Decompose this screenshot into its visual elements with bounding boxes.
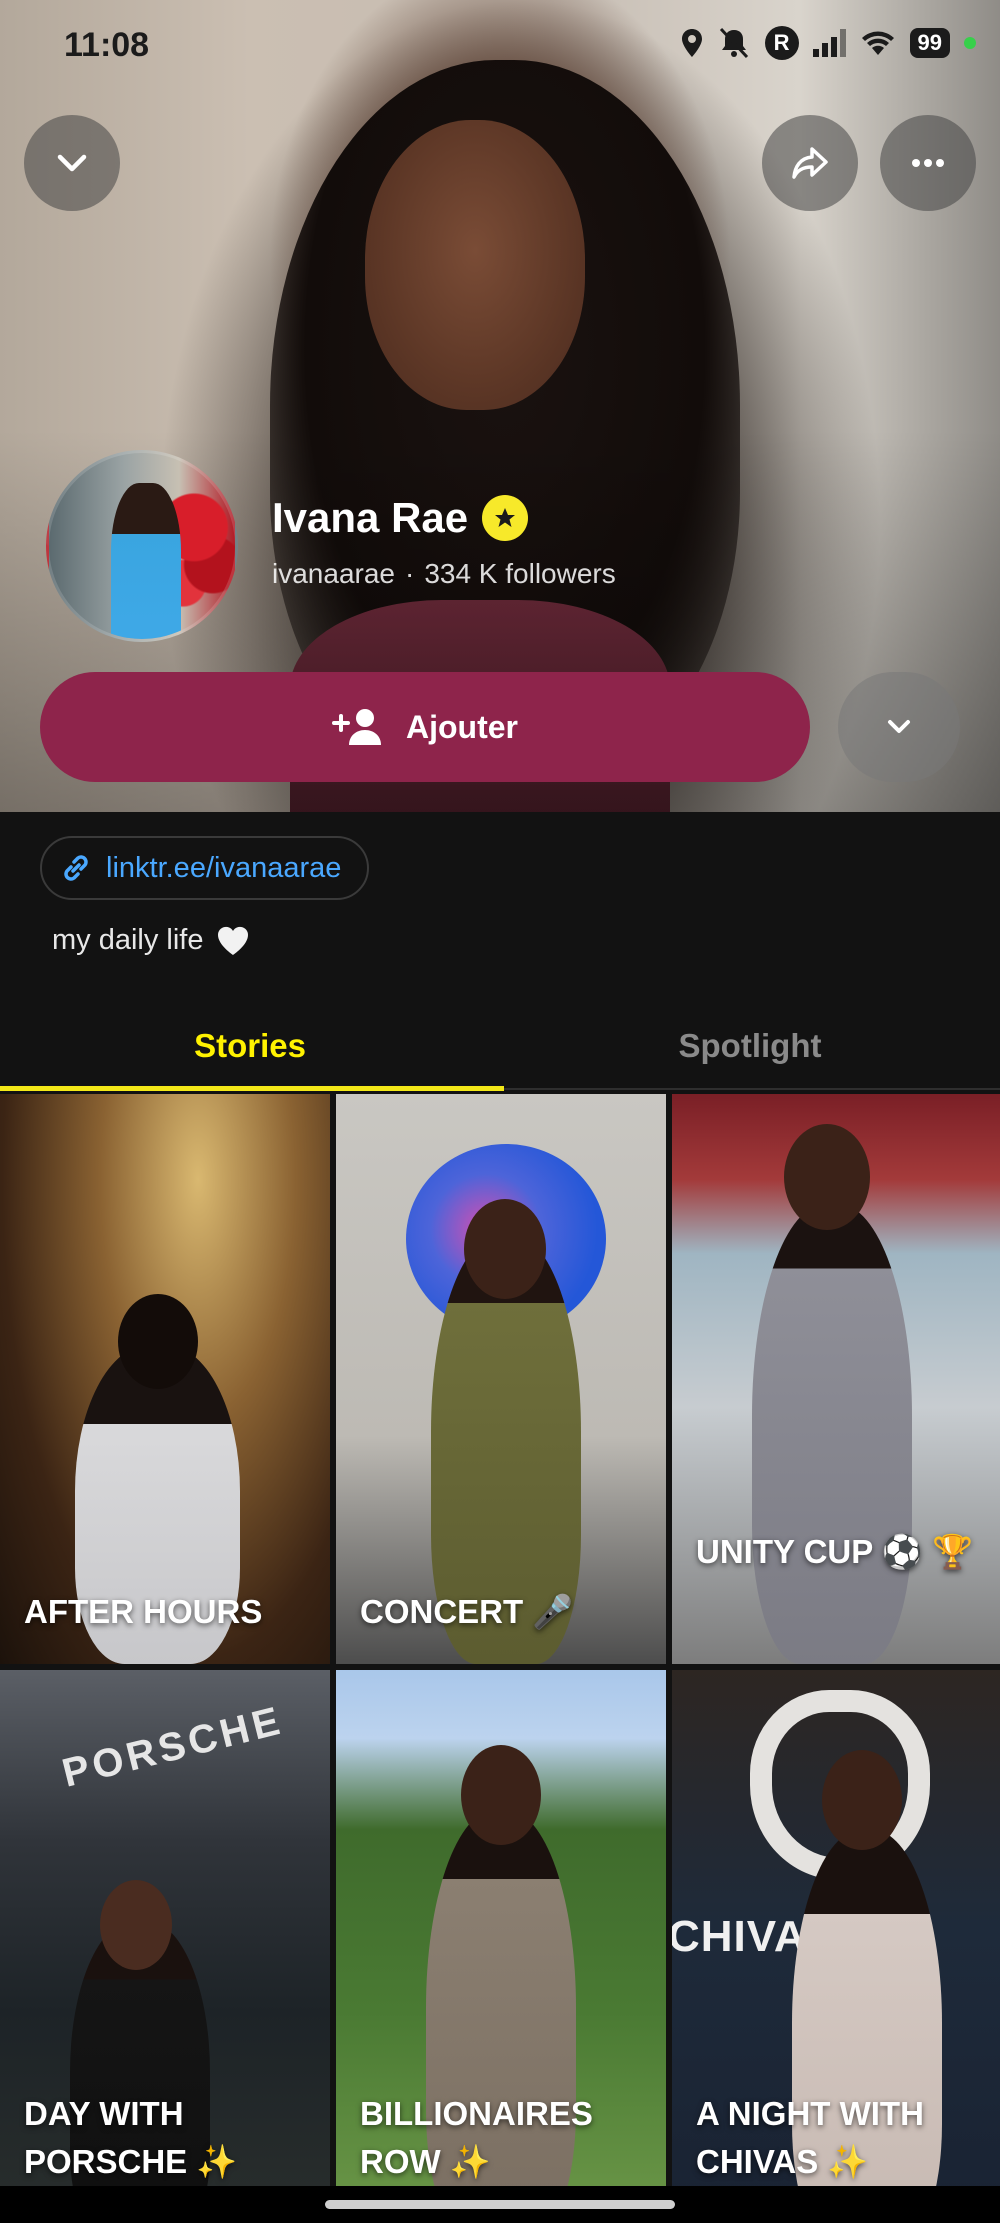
share-button[interactable]	[762, 115, 858, 211]
r-badge-icon: R	[764, 26, 799, 60]
back-button[interactable]	[24, 115, 120, 211]
active-tab-indicator	[0, 1086, 504, 1091]
profile-name-row: Ivana Rae	[272, 494, 529, 542]
status-icons: R 99	[681, 26, 976, 60]
status-bar: 11:08 R 99	[0, 0, 1000, 90]
more-options-button[interactable]	[880, 115, 976, 211]
story-title-emoji: 🎤	[532, 1593, 574, 1630]
share-arrow-icon	[792, 147, 828, 179]
story-tile[interactable]: CONCERT 🎤	[336, 1094, 666, 1664]
story-title-text: CONCERT	[360, 1593, 524, 1630]
status-time: 11:08	[64, 26, 150, 64]
tab-divider	[504, 1088, 1000, 1090]
story-title: DAY WITH PORSCHE ✨	[24, 2090, 314, 2180]
profile-bio-text: my daily life	[52, 924, 204, 956]
story-thumbnail-head	[784, 1124, 870, 1230]
story-tile[interactable]: AFTER HOURS	[0, 1094, 330, 1664]
location-icon	[681, 29, 702, 57]
expand-button[interactable]	[838, 672, 960, 782]
story-title: BILLIONAIRES ROW ✨	[360, 2090, 650, 2180]
story-title-text: AFTER HOURS	[24, 1593, 263, 1630]
link-icon	[64, 855, 88, 881]
profile-tabs: Stories Spotlight	[0, 1000, 1000, 1092]
profile-link[interactable]: linktr.ee/ivanaarae	[40, 836, 370, 900]
story-title: UNITY CUP ⚽ 🏆	[696, 1528, 986, 1576]
more-dots-icon	[912, 159, 944, 167]
tab-spotlight[interactable]: Spotlight	[500, 1000, 1000, 1092]
meta-separator: ·	[404, 558, 415, 589]
story-tile[interactable]: CHIVAS A NIGHT WITH CHIVAS ✨	[672, 1670, 1000, 2223]
story-thumbnail-head	[822, 1750, 902, 1850]
stories-grid: AFTER HOURS CONCERT 🎤 UNITY CUP ⚽ 🏆 PORS…	[0, 1094, 1000, 2223]
profile-avatar[interactable]	[46, 450, 238, 642]
star-badge-icon	[482, 495, 529, 541]
tab-stories[interactable]: Stories	[0, 1000, 500, 1092]
story-tile[interactable]: BILLIONAIRES ROW ✨	[336, 1670, 666, 2223]
battery-icon: 99	[909, 28, 950, 58]
story-title-emoji: ⚽ 🏆	[881, 1533, 974, 1570]
chevron-down-icon	[888, 720, 910, 733]
story-title-emoji: ✨	[449, 2143, 491, 2180]
story-tile[interactable]: UNITY CUP ⚽ 🏆	[672, 1094, 1000, 1664]
profile-hero: 11:08 R 99 Ivana Rae ivanaarae · 334 K f…	[0, 0, 1000, 812]
story-title: CONCERT 🎤	[360, 1588, 650, 1636]
story-title: AFTER HOURS	[24, 1588, 314, 1636]
profile-meta: ivanaarae · 334 K followers	[272, 558, 616, 590]
story-title-emoji: ✨	[196, 2143, 238, 2180]
story-title-text: DAY WITH PORSCHE	[24, 2095, 188, 2180]
story-thumbnail-head	[464, 1199, 546, 1299]
profile-username: ivanaarae	[272, 558, 395, 589]
story-title: A NIGHT WITH CHIVAS ✨	[696, 2090, 986, 2180]
profile-bio: my daily life	[52, 924, 250, 957]
chevron-down-icon	[57, 154, 87, 172]
story-thumbnail	[752, 1204, 912, 1664]
story-thumbnail-head	[118, 1294, 198, 1389]
wifi-icon	[861, 31, 894, 55]
add-friend-button[interactable]: Ajouter	[40, 672, 810, 782]
home-indicator[interactable]	[325, 2200, 675, 2209]
profile-name: Ivana Rae	[272, 494, 469, 541]
porsche-sign: PORSCHE	[57, 1698, 288, 1796]
add-friend-label: Ajouter	[406, 708, 518, 745]
story-tile[interactable]: PORSCHE DAY WITH PORSCHE ✨	[0, 1670, 330, 2223]
hero-photo-face	[365, 120, 585, 410]
story-thumbnail-head	[461, 1745, 541, 1845]
avatar-person	[111, 483, 181, 639]
story-thumbnail-head	[100, 1880, 172, 1970]
white-heart-icon	[217, 926, 248, 955]
signal-icon	[812, 29, 846, 57]
profile-link-text: linktr.ee/ivanaarae	[106, 851, 342, 884]
privacy-dot-icon	[964, 37, 976, 49]
muted-bell-icon	[719, 27, 748, 59]
story-title-emoji: ✨	[827, 2143, 869, 2180]
profile-followers: 334 K followers	[424, 558, 616, 589]
story-title-text: UNITY CUP	[696, 1533, 873, 1570]
add-friend-icon	[332, 709, 381, 745]
